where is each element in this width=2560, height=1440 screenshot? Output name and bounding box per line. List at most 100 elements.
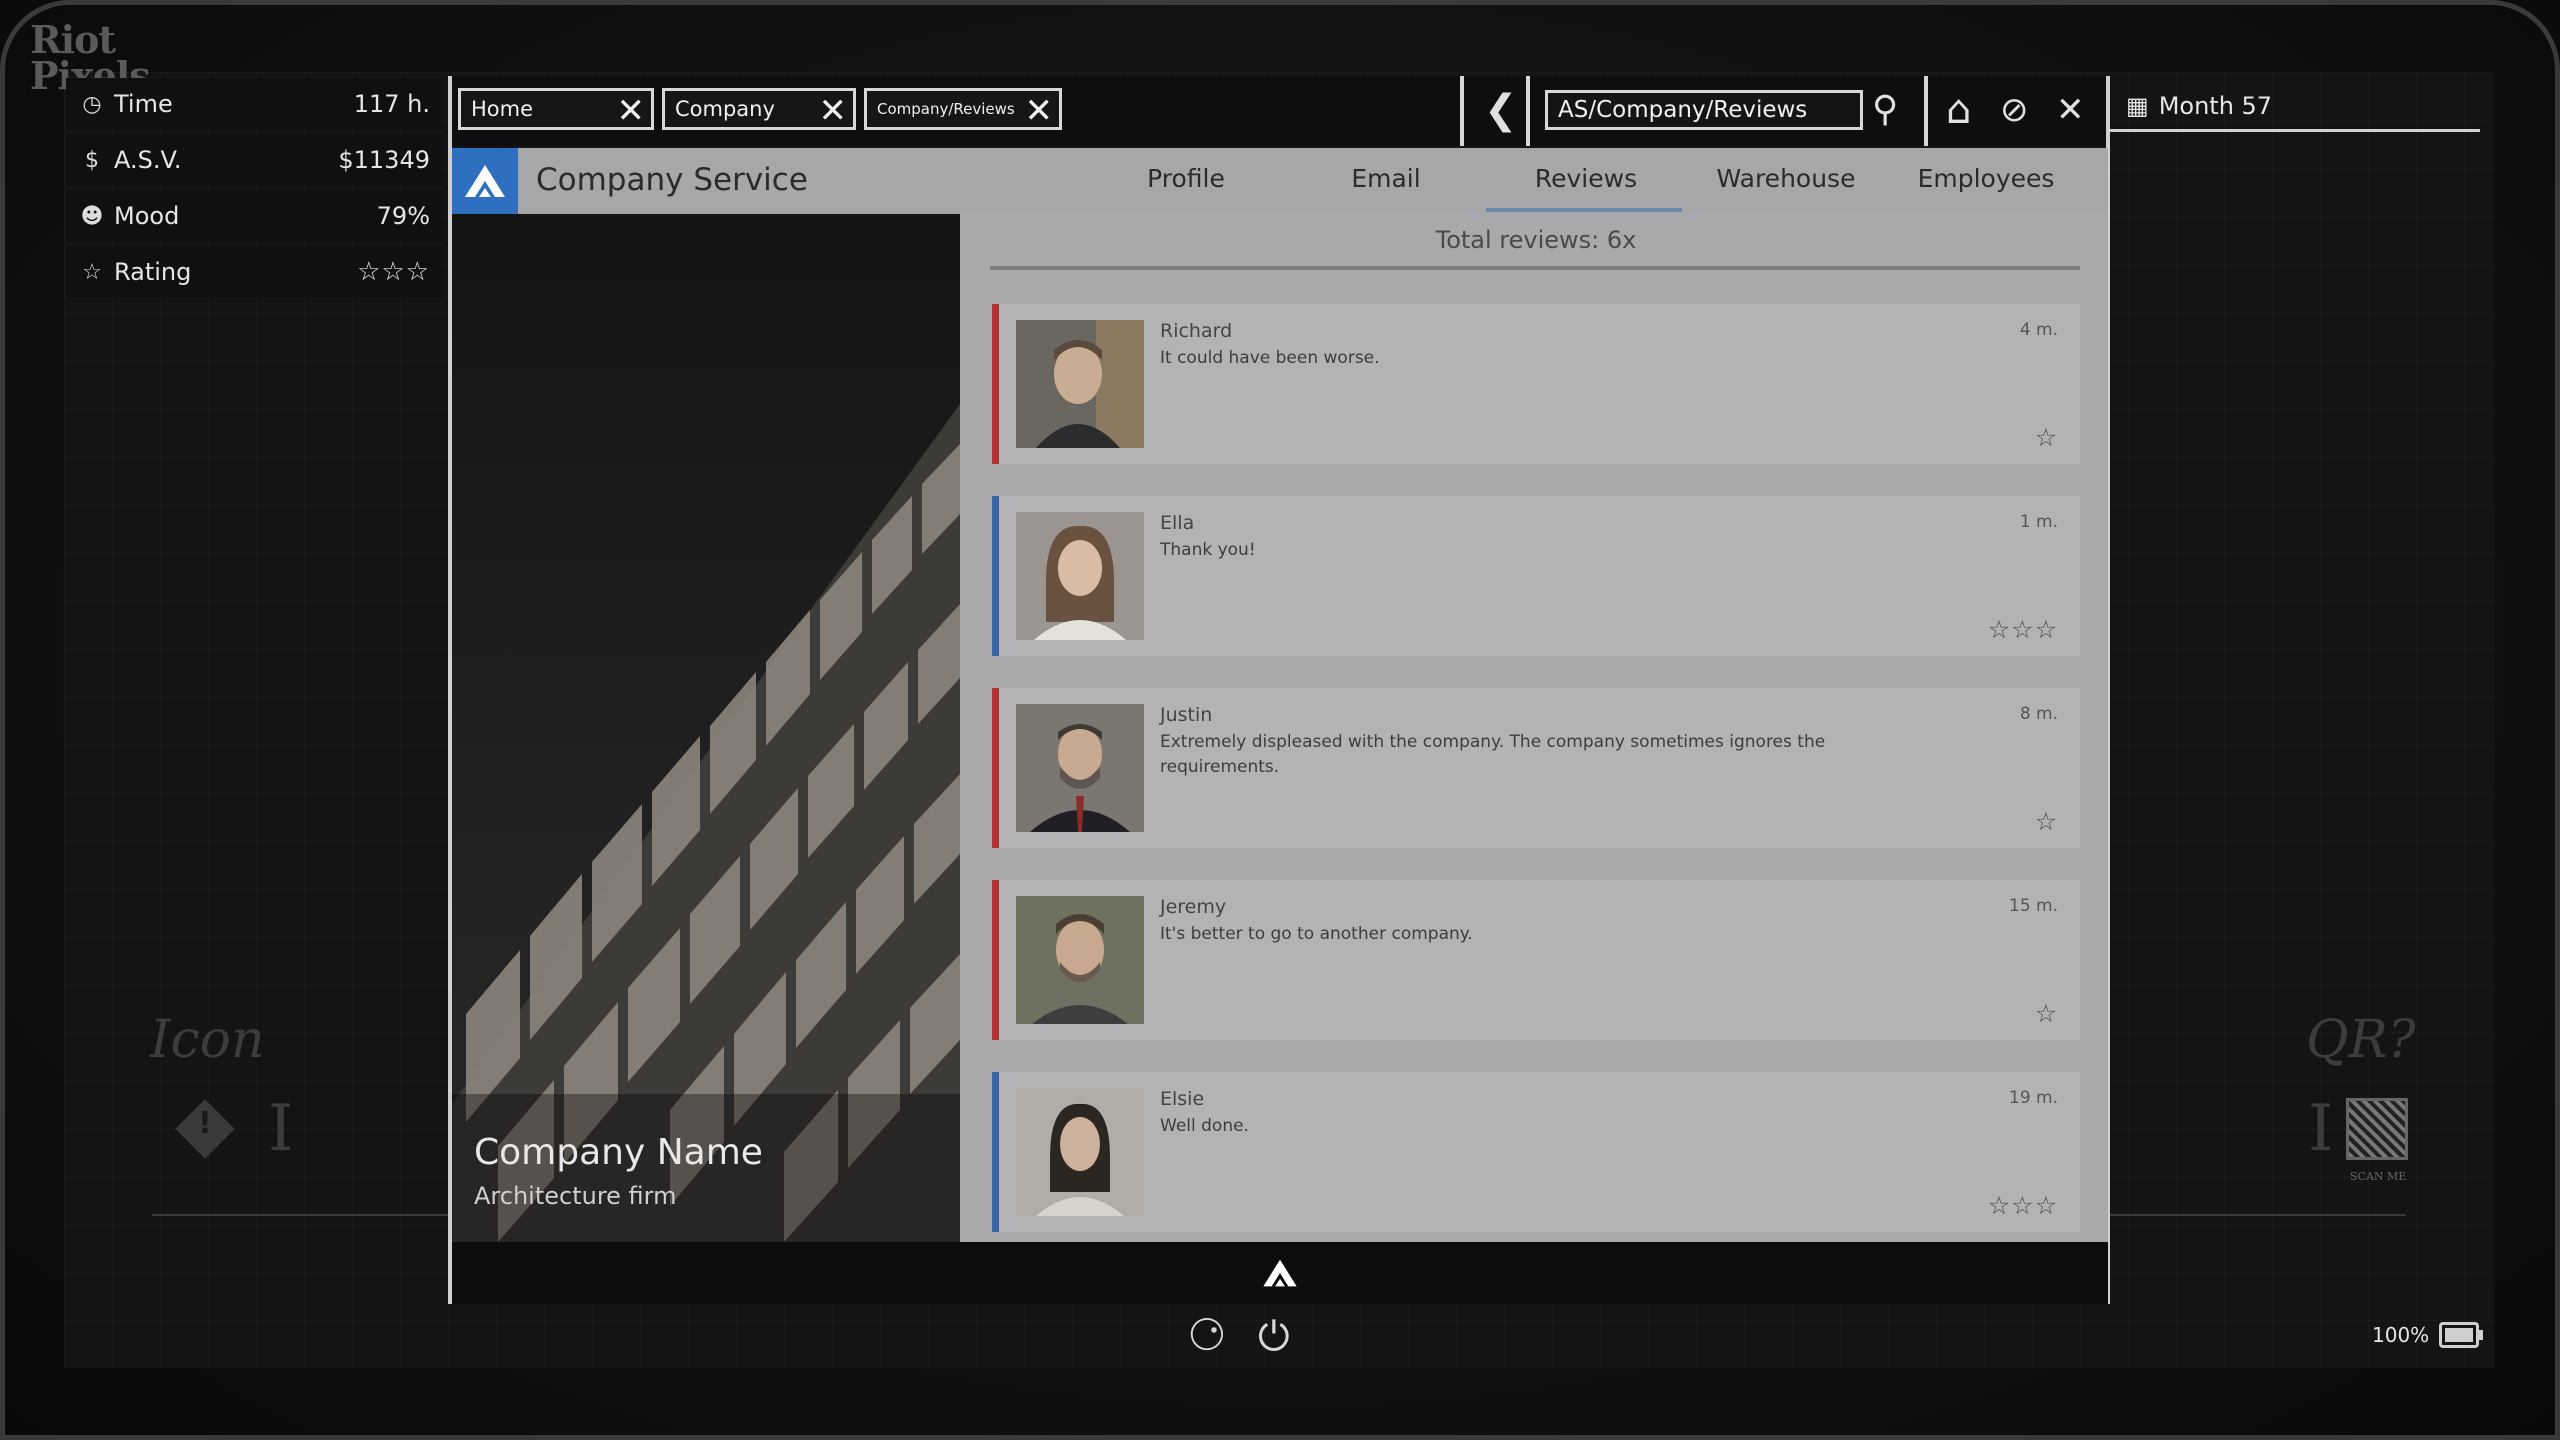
total-divider (990, 266, 2080, 270)
separator (1924, 76, 1928, 146)
review-stars: ☆ (2035, 423, 2058, 452)
reviewer-name: Ella (1160, 512, 1194, 534)
review-card: Richard It could have been worse. 4 m. ☆ (992, 304, 2080, 464)
sketch-line-left (152, 1214, 452, 1216)
calendar-icon: ▦ (2126, 92, 2149, 120)
home-icon[interactable]: ⌂ (1946, 88, 1971, 132)
tab-email[interactable]: Email (1286, 164, 1486, 193)
review-accent-bar (992, 304, 999, 464)
stat-label: Time (114, 90, 173, 118)
stat-time: ◷ Time 117 h. (66, 78, 444, 130)
review-stars: ☆☆☆ (1988, 615, 2058, 644)
footer-logo-icon[interactable] (1260, 1256, 1300, 1290)
close-tab-icon[interactable]: ✕ (617, 94, 646, 128)
tab-label: Home (471, 97, 533, 121)
company-name: Company Name (474, 1132, 763, 1173)
review-time: 19 m. (2009, 1088, 2058, 1108)
stat-rating: ☆Rating ☆☆☆ (66, 246, 444, 298)
reviewer-name: Jeremy (1160, 896, 1226, 918)
tab-profile[interactable]: Profile (1086, 164, 1286, 193)
back-arrow-icon[interactable]: ❮ (1484, 88, 1518, 132)
tab-company-reviews[interactable]: Company/Reviews ✕ (864, 88, 1062, 130)
close-tab-icon[interactable]: ✕ (819, 94, 848, 128)
battery-percent: 100% (2372, 1323, 2429, 1347)
tab-label: Company (675, 97, 775, 121)
review-accent-bar (992, 880, 999, 1040)
tab-employees[interactable]: Employees (1886, 164, 2086, 193)
review-accent-bar (992, 496, 999, 656)
battery-status: 100% (2372, 1322, 2479, 1348)
reviewer-avatar (1016, 512, 1144, 640)
review-card: Elsie Well done. 19 m. ☆☆☆ (992, 1072, 2080, 1232)
battery-fill (2445, 1328, 2473, 1342)
address-bar[interactable]: AS/Company/Reviews (1545, 90, 1863, 130)
dollar-icon: $ (80, 148, 104, 173)
warning-mark: ! (198, 1106, 212, 1141)
sketch-cursor-left: I (268, 1092, 293, 1166)
sketch-cursor-right: I (2308, 1092, 2333, 1166)
stat-label: Rating (114, 258, 191, 286)
close-window-icon[interactable]: ✕ (2056, 88, 2085, 132)
review-accent-bar (992, 1072, 999, 1232)
close-tab-icon[interactable]: ✕ (1025, 94, 1054, 128)
battery-icon (2439, 1322, 2479, 1348)
reviewer-name: Richard (1160, 320, 1232, 342)
reviewer-name: Justin (1160, 704, 1212, 726)
review-card: Jeremy It's better to go to another comp… (992, 880, 2080, 1040)
review-accent-bar (992, 688, 999, 848)
review-time: 1 m. (2020, 512, 2058, 532)
tab-reviews[interactable]: Reviews (1486, 164, 1686, 193)
stats-panel: ◷Time 117 h. $A.S.V. $11349 ☻Mood 79% ☆R… (66, 78, 444, 302)
review-text: Well done. (1160, 1114, 1880, 1139)
tab-label: Company/Reviews (877, 100, 1015, 118)
stat-label: A.S.V. (114, 146, 181, 174)
review-text: Thank you! (1160, 538, 1880, 563)
hide-icon[interactable]: ⊘ (2000, 88, 2029, 132)
tab-warehouse[interactable]: Warehouse (1686, 164, 1886, 193)
review-text: It could have been worse. (1160, 346, 1880, 371)
reviews-list: Richard It could have been worse. 4 m. ☆… (992, 304, 2080, 1242)
clock-icon: ◷ (80, 92, 104, 117)
site-header: Company Service Profile Email Reviews Wa… (452, 148, 2108, 214)
page-window: Company Service Profile Email Reviews Wa… (452, 148, 2108, 1242)
sketch-icon-word: Icon (150, 1010, 264, 1070)
stat-label: Mood (114, 202, 179, 230)
site-title: Company Service (536, 162, 808, 198)
active-tab-indicator (1486, 208, 1682, 212)
company-hero-image: Company Name Architecture firm (452, 214, 960, 1242)
reviewer-avatar (1016, 896, 1144, 1024)
rating-stars: ☆☆☆ (357, 257, 430, 287)
smiley-icon: ☻ (80, 204, 104, 229)
separator (1460, 76, 1464, 146)
mountain-logo-icon (461, 161, 509, 201)
review-text: It's better to go to another company. (1160, 922, 1880, 947)
review-card: Justin Extremely displeased with the com… (992, 688, 2080, 848)
stat-value: 117 h. (354, 90, 430, 118)
power-icon[interactable]: ⏻ (1258, 1314, 1290, 1360)
page-footer (452, 1242, 2108, 1304)
review-card: Ella Thank you! 1 m. ☆☆☆ (992, 496, 2080, 656)
total-reviews: Total reviews: 6x (992, 226, 2080, 254)
review-stars: ☆ (2035, 807, 2058, 836)
tab-home[interactable]: Home ✕ (458, 88, 654, 130)
month-indicator: ▦ Month 57 (2108, 82, 2480, 132)
reviewer-avatar (1016, 320, 1144, 448)
review-text: Extremely displeased with the company. T… (1160, 730, 1880, 780)
qr-caption: SCAN ME (2350, 1170, 2406, 1183)
company-logo[interactable] (452, 148, 518, 214)
tab-company[interactable]: Company ✕ (662, 88, 856, 130)
reviewer-avatar (1016, 704, 1144, 832)
search-icon[interactable]: ⚲ (1872, 88, 1898, 132)
stat-asv: $A.S.V. $11349 (66, 134, 444, 186)
separator (1526, 76, 1530, 146)
review-time: 4 m. (2020, 320, 2058, 340)
building-photo (452, 214, 960, 1242)
review-time: 15 m. (2009, 896, 2058, 916)
review-stars: ☆ (2035, 999, 2058, 1028)
review-time: 8 m. (2020, 704, 2058, 724)
month-label: Month 57 (2159, 92, 2272, 120)
reviewer-name: Elsie (1160, 1088, 1204, 1110)
sketch-qr-word: QR? (2306, 1010, 2416, 1070)
review-stars: ☆☆☆ (1988, 1191, 2058, 1220)
reviewer-avatar (1016, 1088, 1144, 1216)
